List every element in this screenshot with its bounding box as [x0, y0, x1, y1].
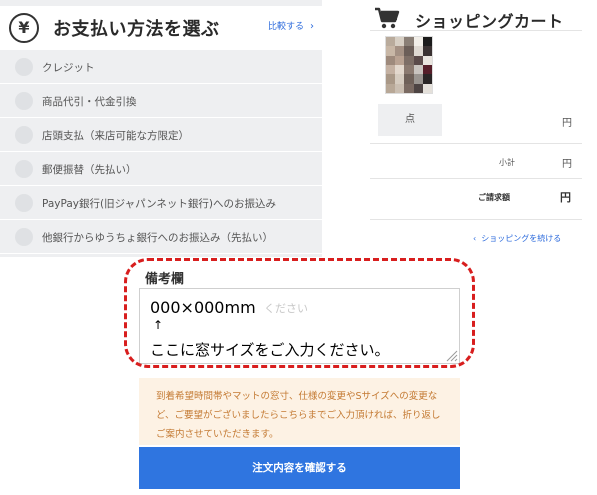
radio-button[interactable] — [15, 194, 33, 212]
payment-option-label: 商品代引・代金引換 — [42, 96, 137, 108]
compare-label: 比較する — [268, 22, 305, 32]
continue-shopping-link[interactable]: ‹ ショッピングを続ける — [473, 233, 561, 244]
payment-option-label: クレジット — [42, 62, 95, 74]
info-text: 到着希望時間帯やマットの窓寸、仕様の変更やSサイズへの変更など、ご要望がございま… — [156, 391, 441, 440]
payment-header: ¥ お支払い方法を選ぶ 比較する › — [0, 6, 322, 50]
compare-link[interactable]: 比較する › — [268, 19, 314, 32]
fabric-swatches-thumbnail[interactable] — [385, 36, 433, 94]
highlight-annotation — [124, 258, 475, 368]
info-notice: 到着希望時間帯やマットの窓寸、仕様の変更やSサイズへの変更など、ご要望がございま… — [139, 378, 460, 445]
subtotal-yen: 円 — [562, 159, 572, 170]
payment-title: お支払い方法を選ぶ — [53, 19, 220, 40]
payment-option-cod[interactable]: 商品代引・代金引換 — [0, 84, 322, 118]
cart-title: ショッピングカート — [415, 12, 564, 31]
total-yen: 円 — [560, 191, 571, 204]
yen-icon: ¥ — [9, 13, 39, 43]
divider — [370, 143, 582, 144]
payment-option-label: 郵便振替（先払い） — [42, 164, 137, 176]
subtotal-label: 小計 — [499, 158, 515, 167]
payment-option-credit[interactable]: クレジット — [0, 50, 322, 84]
item-price-yen: 円 — [562, 118, 572, 129]
chevron-left-icon: ‹ — [473, 234, 477, 243]
divider — [370, 178, 582, 179]
quantity-box[interactable]: 点 — [378, 104, 442, 136]
payment-option-store[interactable]: 店頭支払（来店可能な方限定） — [0, 118, 322, 152]
payment-option-label: 店頭支払（来店可能な方限定） — [42, 130, 189, 142]
payment-option-label: 他銀行からゆうちょ銀行へのお振込み（先払い） — [42, 232, 273, 244]
chevron-right-icon: › — [310, 21, 315, 32]
payment-method-panel: ¥ お支払い方法を選ぶ 比較する › クレジット 商品代引・代金引換 店頭支払（来… — [0, 0, 322, 257]
total-label: ご請求額 — [478, 193, 510, 202]
shopping-cart-icon — [375, 7, 400, 29]
radio-button[interactable] — [15, 126, 33, 144]
radio-button[interactable] — [15, 58, 33, 76]
payment-option-postal[interactable]: 郵便振替（先払い） — [0, 152, 322, 186]
radio-button[interactable] — [15, 92, 33, 110]
payment-option-yucho[interactable]: 他銀行からゆうちょ銀行へのお振込み（先払い） — [0, 220, 322, 254]
payment-option-label: PayPay銀行(旧ジャパンネット銀行)へのお振込み — [42, 198, 276, 210]
payment-option-paypay[interactable]: PayPay銀行(旧ジャパンネット銀行)へのお振込み — [0, 186, 322, 220]
radio-button[interactable] — [15, 160, 33, 178]
continue-shopping-label: ショッピングを続ける — [481, 234, 562, 243]
divider — [370, 219, 582, 220]
radio-button[interactable] — [15, 228, 33, 246]
confirm-order-button[interactable]: 注文内容を確認する — [139, 447, 460, 489]
divider — [370, 30, 582, 31]
